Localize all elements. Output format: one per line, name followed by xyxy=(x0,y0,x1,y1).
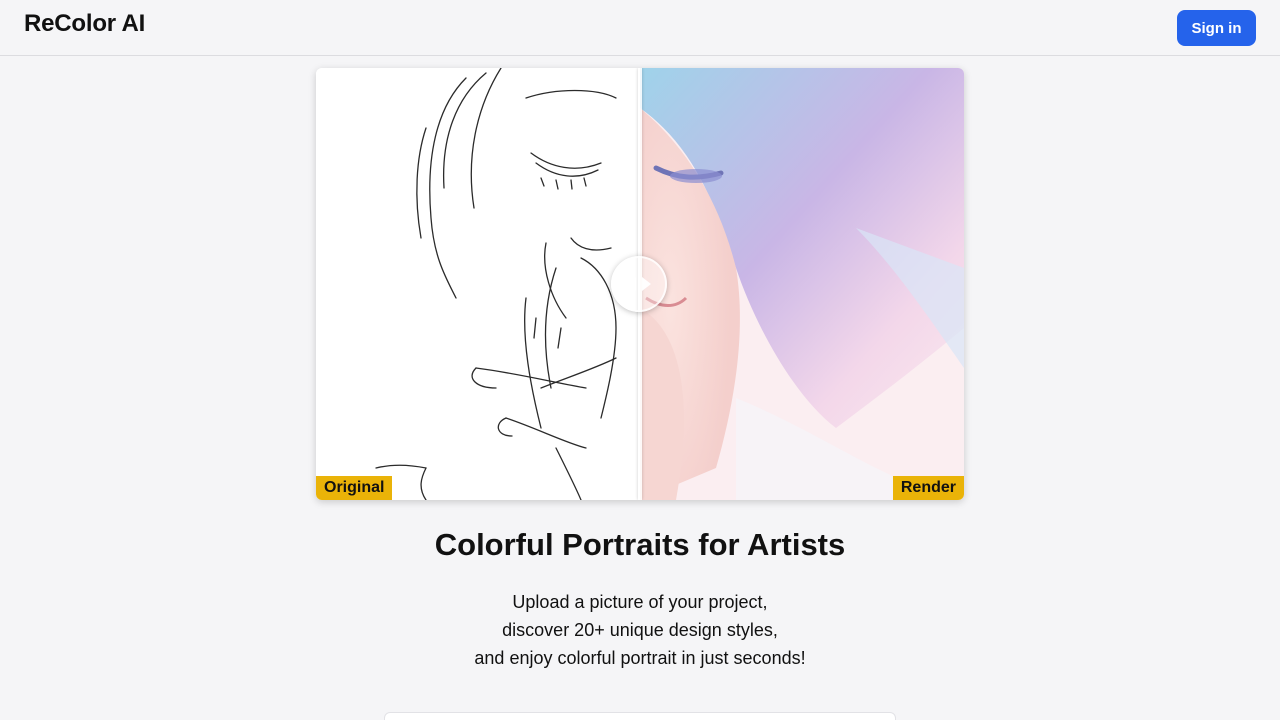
render-label: Render xyxy=(892,476,964,500)
render-colored xyxy=(640,68,964,500)
hero-line: Upload a picture of your project, xyxy=(512,592,768,612)
chevron-right-icon xyxy=(642,277,651,291)
comparison-slider-handle[interactable] xyxy=(611,256,667,312)
chevron-left-icon xyxy=(627,277,636,291)
hero-line: and enjoy colorful portrait in just seco… xyxy=(474,648,806,668)
hero-title: Colorful Portraits for Artists xyxy=(434,527,846,562)
upload-card[interactable] xyxy=(384,712,896,720)
hero-description: Upload a picture of your project, discov… xyxy=(0,588,1280,672)
hero-line: discover 20+ unique design styles, xyxy=(502,620,778,640)
original-label: Original xyxy=(316,476,393,500)
top-nav: ReColor AI Sign in xyxy=(0,0,1280,56)
original-sketch xyxy=(316,68,640,500)
before-after-comparison[interactable]: Original Render xyxy=(316,68,964,500)
brand-logo[interactable]: ReColor AI xyxy=(24,10,145,38)
sign-in-button[interactable]: Sign in xyxy=(1177,10,1256,46)
